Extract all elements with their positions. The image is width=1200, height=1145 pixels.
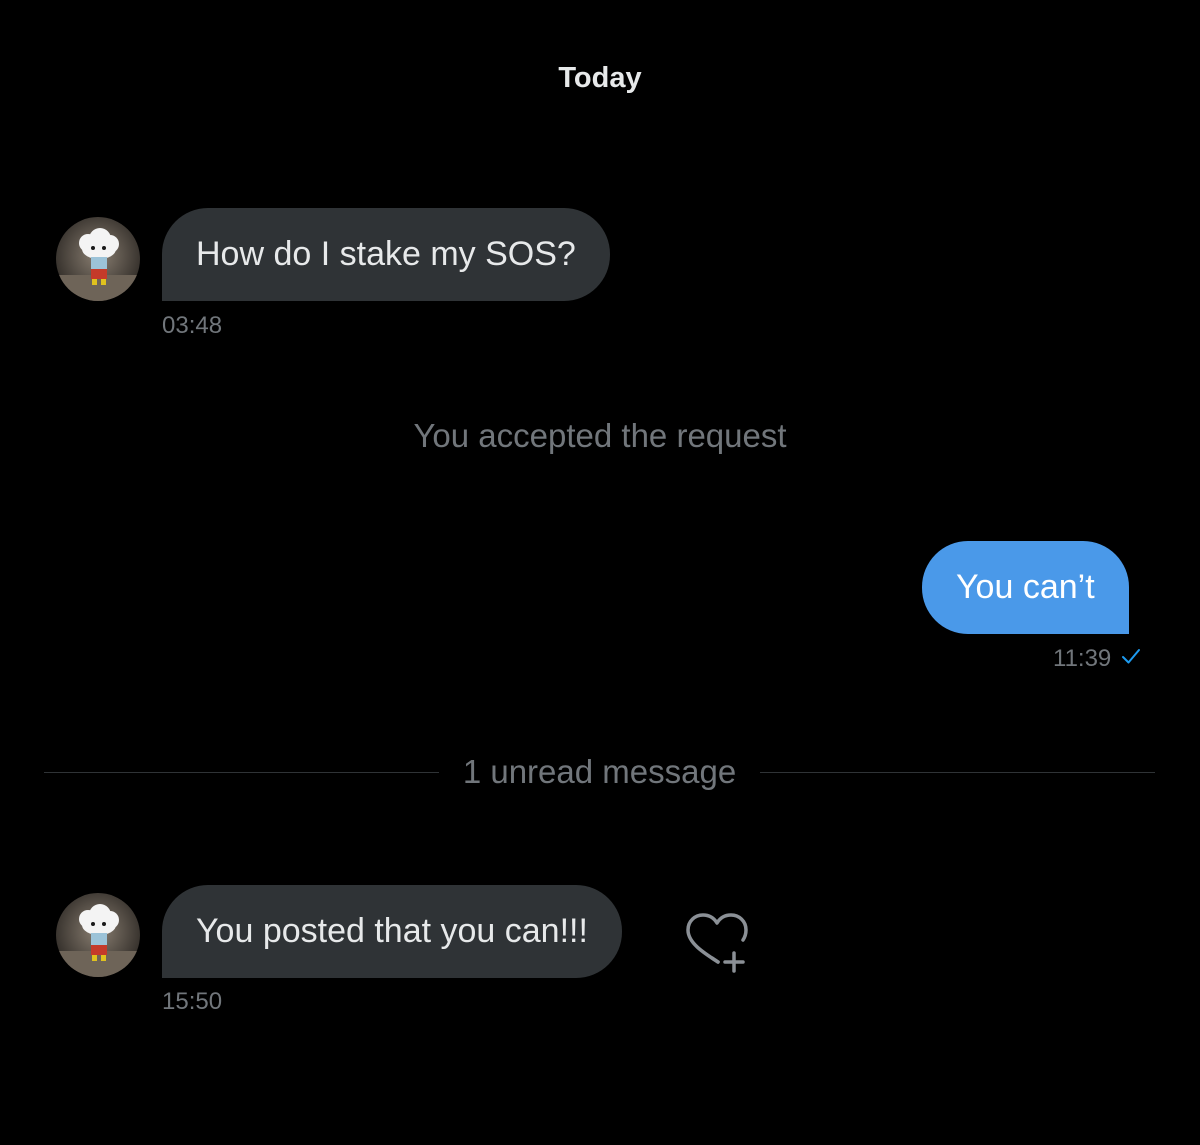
message-timestamp: 03:48 bbox=[162, 312, 223, 339]
check-icon bbox=[1121, 645, 1141, 673]
message-timestamp: 11:39 bbox=[1053, 645, 1112, 672]
avatar-image bbox=[56, 217, 140, 301]
divider-line-left bbox=[44, 771, 439, 773]
unread-divider: 1 unread message bbox=[44, 746, 1156, 798]
add-reaction-button[interactable] bbox=[684, 912, 754, 974]
day-separator: Today bbox=[558, 62, 642, 94]
message-bubble-incoming[interactable]: How do I stake my SOS? bbox=[162, 208, 610, 301]
message-text: You posted that you can!!! bbox=[196, 912, 588, 950]
sender-avatar[interactable] bbox=[56, 893, 140, 977]
divider-line-right bbox=[760, 771, 1156, 773]
avatar-image bbox=[56, 893, 140, 977]
request-accepted-notice: You accepted the request bbox=[413, 417, 787, 454]
message-meta: 11:39 bbox=[1053, 645, 1141, 673]
message-bubble-incoming[interactable]: You posted that you can!!! bbox=[162, 885, 622, 978]
heart-plus-icon bbox=[686, 913, 748, 973]
message-text: How do I stake my SOS? bbox=[196, 235, 576, 273]
sender-avatar[interactable] bbox=[56, 217, 140, 301]
unread-divider-label: 1 unread message bbox=[462, 753, 737, 790]
message-bubble-outgoing[interactable]: You can’t bbox=[922, 541, 1129, 634]
message-text: You can’t bbox=[956, 568, 1095, 606]
message-timestamp: 15:50 bbox=[162, 988, 223, 1015]
